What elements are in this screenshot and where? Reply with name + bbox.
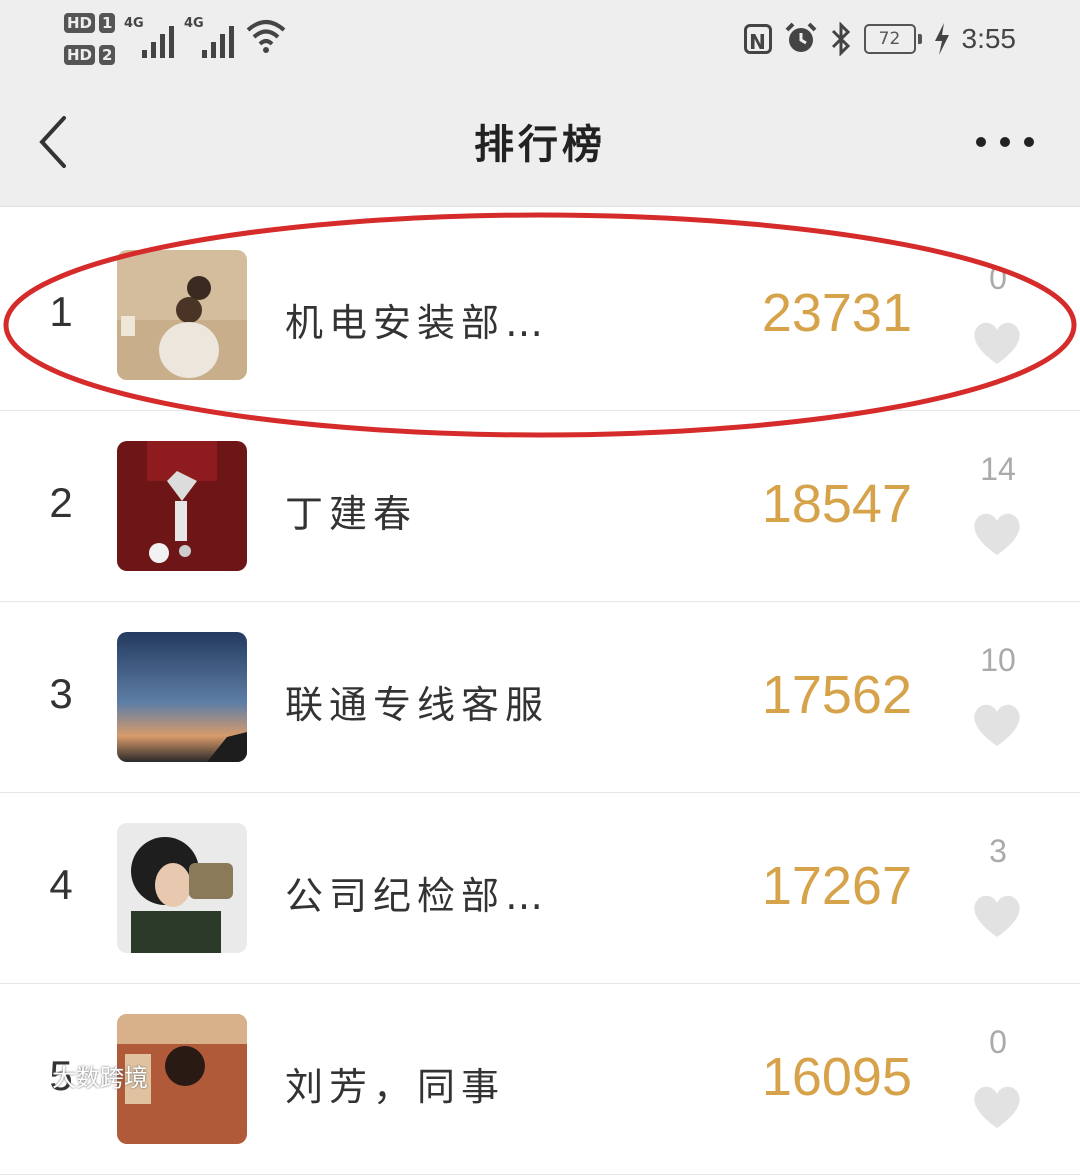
sim1-number: 1 bbox=[99, 13, 116, 33]
user-name: 刘芳，同事 bbox=[285, 1065, 506, 1109]
step-count: 23731 bbox=[761, 283, 912, 343]
rank-number: 2 bbox=[49, 479, 73, 526]
charging-icon bbox=[934, 23, 949, 55]
like-count: 14 bbox=[980, 451, 1016, 487]
ranking-row[interactable]: 5 刘芳，同事 16095 0 bbox=[0, 984, 1080, 1175]
status-bar: HD 1 HD 2 4G 4G N 72 3:55 bbox=[0, 0, 1080, 80]
heart-icon[interactable] bbox=[972, 1084, 1022, 1130]
network-type-1: 4G bbox=[124, 16, 144, 31]
like-count: 3 bbox=[989, 833, 1007, 869]
user-name: 丁建春 bbox=[285, 492, 418, 536]
more-options-icon[interactable] bbox=[970, 125, 1040, 159]
avatar[interactable] bbox=[117, 632, 247, 762]
wifi-icon bbox=[246, 20, 286, 53]
ranking-row[interactable]: 4 公司纪检部… 17267 3 bbox=[0, 793, 1080, 984]
signal-bars-icon bbox=[142, 26, 174, 58]
nfc-icon: N bbox=[743, 24, 772, 54]
avatar[interactable] bbox=[117, 823, 247, 953]
watermark-logo-icon bbox=[10, 1065, 46, 1086]
watermark: 大数跨境 bbox=[10, 1058, 148, 1093]
heart-icon[interactable] bbox=[972, 702, 1022, 748]
avatar[interactable] bbox=[117, 250, 247, 380]
step-count: 18547 bbox=[761, 474, 912, 534]
like-count: 10 bbox=[980, 642, 1016, 678]
sim1-indicator: HD 1 bbox=[64, 12, 116, 34]
network-type-2: 4G bbox=[184, 16, 204, 31]
user-name: 联通专线客服 bbox=[285, 683, 550, 727]
sim2-hd-label: HD bbox=[64, 45, 96, 65]
sim2-number: 2 bbox=[99, 45, 116, 65]
ranking-row[interactable]: 3 联通专线客服 17562 10 bbox=[0, 602, 1080, 793]
user-name: 公司纪检部… bbox=[285, 874, 550, 918]
battery-level: 72 bbox=[863, 24, 916, 54]
alarm-icon bbox=[785, 22, 816, 52]
ranking-row[interactable]: 2 丁建春 18547 14 bbox=[0, 411, 1080, 602]
heart-icon[interactable] bbox=[972, 893, 1022, 939]
clock: 3:55 bbox=[961, 23, 1017, 54]
step-count: 17267 bbox=[761, 856, 912, 916]
rank-number: 1 bbox=[49, 288, 73, 335]
heart-icon[interactable] bbox=[972, 320, 1022, 366]
battery-tip bbox=[917, 34, 922, 44]
user-name: 机电安装部… bbox=[285, 301, 550, 345]
step-count: 16095 bbox=[761, 1047, 912, 1107]
signal-bars-icon bbox=[202, 26, 234, 58]
sim-indicators: HD 1 HD 2 bbox=[64, 10, 116, 66]
page-title: 排行榜 bbox=[474, 122, 606, 168]
ranking-row[interactable]: 1 机电安装部… 23731 0 bbox=[0, 220, 1080, 411]
heart-icon[interactable] bbox=[972, 511, 1022, 557]
bluetooth-icon bbox=[831, 22, 850, 56]
sim1-hd-label: HD bbox=[64, 13, 96, 33]
nav-bar: 排行榜 bbox=[0, 80, 1080, 207]
status-right: N 72 3:55 bbox=[743, 14, 1017, 64]
avatar[interactable] bbox=[117, 441, 247, 571]
rank-number: 4 bbox=[49, 861, 73, 908]
like-count: 0 bbox=[989, 260, 1007, 296]
rank-number: 3 bbox=[49, 670, 73, 717]
battery-indicator: 72 bbox=[863, 24, 922, 54]
like-count: 0 bbox=[989, 1024, 1007, 1060]
watermark-text: 大数跨境 bbox=[52, 1064, 148, 1092]
sim2-indicator: HD 2 bbox=[64, 44, 116, 66]
step-count: 17562 bbox=[761, 665, 912, 725]
ranking-list: 1 机电安装部… 23731 0 2 丁建春 18547 14 3 联通专线客服… bbox=[0, 220, 1080, 1175]
